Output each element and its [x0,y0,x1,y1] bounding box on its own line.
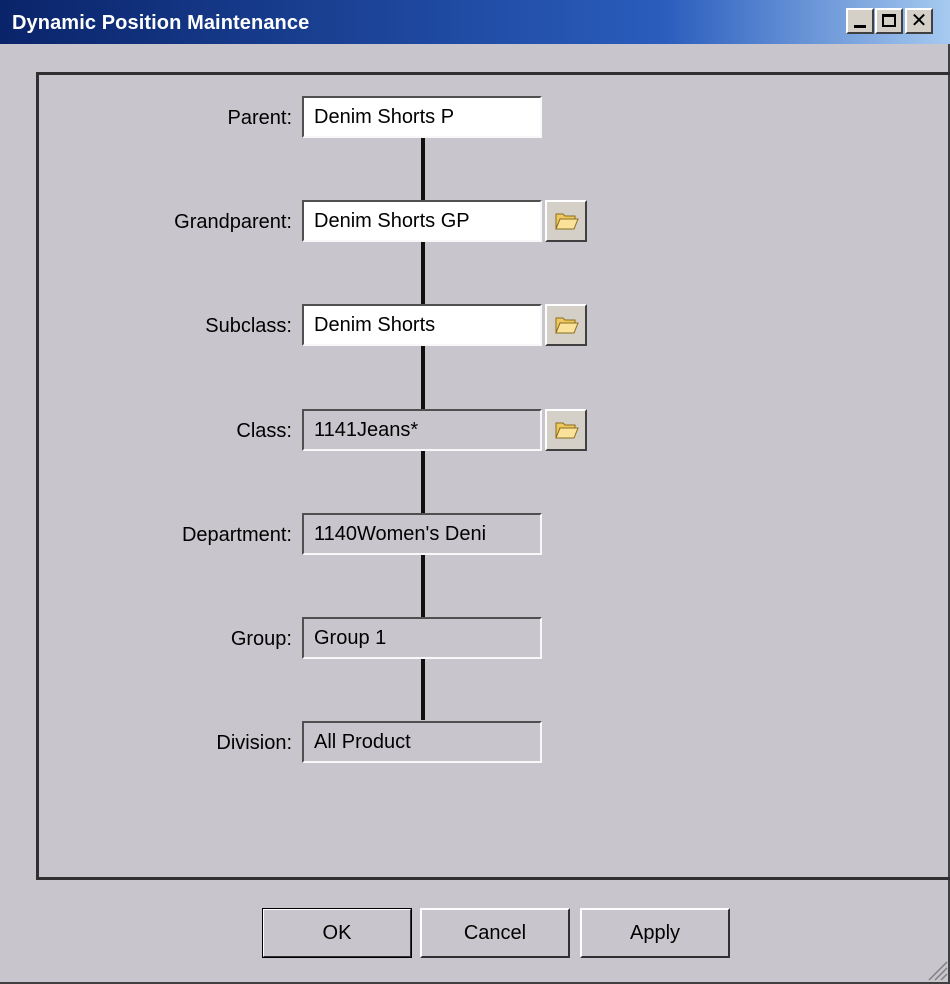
folder-open-icon [555,422,579,439]
class-field: 1141Jeans* [302,409,542,451]
subclass-browse-button[interactable] [545,304,587,346]
close-icon: ✕ [910,10,928,32]
grandparent-field[interactable]: Denim Shorts GP [302,200,542,242]
grandparent-browse-button[interactable] [545,200,587,242]
class-browse-button[interactable] [545,409,587,451]
division-label: Division: [216,732,292,754]
group-field: Group 1 [302,617,542,659]
dialog-window: Dynamic Position Maintenance ✕ Parent: D… [0,0,950,984]
title-bar[interactable]: Dynamic Position Maintenance ✕ [0,0,950,44]
apply-button[interactable]: Apply [580,908,730,958]
window-title: Dynamic Position Maintenance [12,12,310,34]
group-label: Group: [230,628,292,650]
cancel-button[interactable]: Cancel [420,908,570,958]
department-field: 1140Women's Deni [302,513,542,555]
maximize-icon [882,14,896,27]
parent-field[interactable]: Denim Shorts P [302,96,542,138]
subclass-label: Subclass: [205,315,292,337]
class-label: Class: [236,420,292,442]
subclass-field[interactable]: Denim Shorts [302,304,542,346]
folder-open-icon [555,213,579,230]
grandparent-label: Grandparent: [174,211,292,233]
minimize-icon [854,25,866,28]
division-field: All Product [302,721,542,763]
maximize-button[interactable] [875,8,903,34]
department-label: Department: [181,524,292,546]
parent-label: Parent: [227,107,292,129]
minimize-button[interactable] [846,8,874,34]
ok-button[interactable]: OK [262,908,412,958]
folder-open-icon [555,317,579,334]
resize-grip-icon[interactable] [926,958,948,982]
close-button[interactable]: ✕ [905,8,933,34]
